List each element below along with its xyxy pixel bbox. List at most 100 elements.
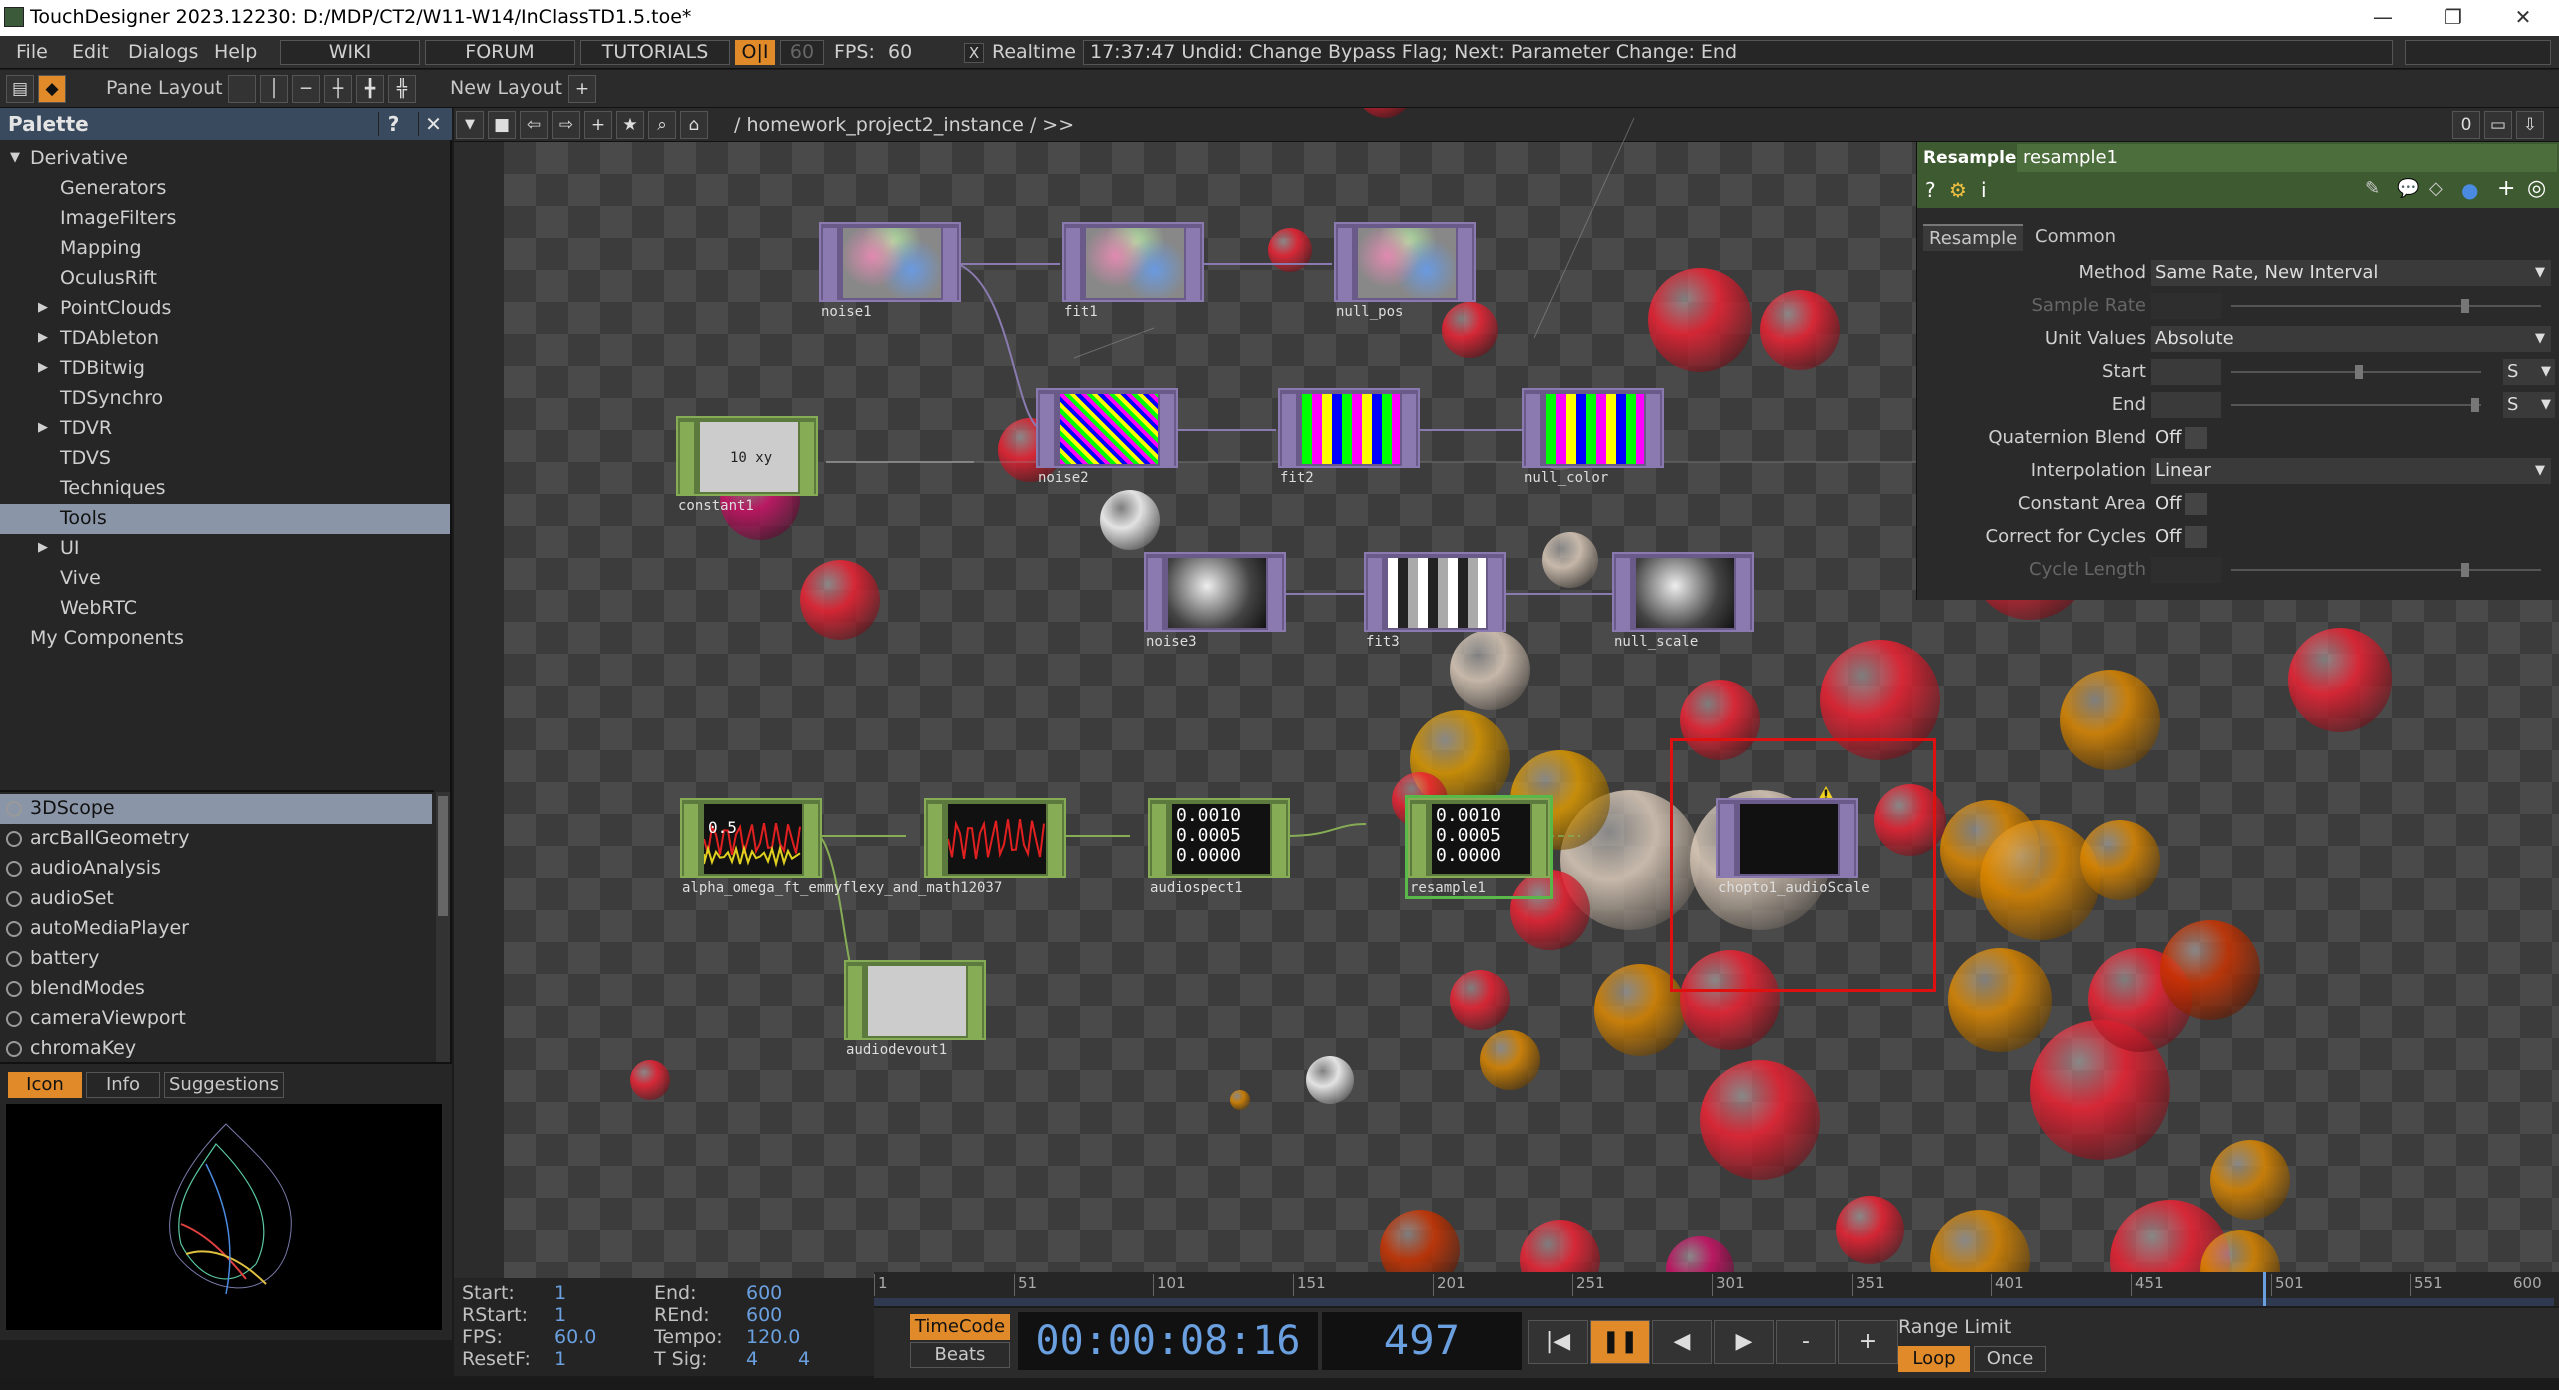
- node-body[interactable]: [1334, 222, 1476, 302]
- once-button[interactable]: Once: [1974, 1346, 2046, 1372]
- component-item[interactable]: autoMediaPlayer: [0, 914, 432, 944]
- node-null_color[interactable]: null_color: [1522, 388, 1664, 486]
- palette-close-button[interactable]: ✕: [418, 112, 448, 136]
- tab-info[interactable]: Info: [86, 1072, 160, 1098]
- tree-item[interactable]: ImageFilters: [0, 204, 450, 234]
- node-outlet[interactable]: [1048, 804, 1062, 876]
- node-body[interactable]: [1062, 222, 1204, 302]
- param-unit-menu[interactable]: S ▼: [2503, 359, 2555, 385]
- wiki-button[interactable]: WIKI: [280, 40, 420, 65]
- node-body[interactable]: [1612, 552, 1754, 632]
- node-outlet[interactable]: [1458, 228, 1472, 300]
- menu-help[interactable]: Help: [214, 41, 257, 63]
- pause-button[interactable]: ❚❚: [1590, 1320, 1650, 1364]
- slider-handle[interactable]: [2471, 398, 2479, 412]
- new-layout-add-button[interactable]: +: [568, 75, 596, 103]
- param-value[interactable]: Absolute ▼: [2151, 326, 2551, 352]
- tempo-value[interactable]: 120.0: [746, 1326, 800, 1348]
- node-inlet[interactable]: [680, 422, 694, 494]
- python-icon[interactable]: ⚙: [1949, 178, 1967, 202]
- bypass-icon[interactable]: ◇: [2429, 178, 2443, 199]
- minimize-button[interactable]: —: [2348, 2, 2418, 34]
- component-item[interactable]: audioSet: [0, 884, 432, 914]
- param-op-name-field[interactable]: resample1: [2017, 144, 2557, 172]
- node-body[interactable]: 10 xy: [676, 416, 818, 496]
- param-value[interactable]: 10: [2151, 392, 2495, 418]
- layout-icon[interactable]: ▤: [6, 75, 34, 103]
- node-inlet[interactable]: [1616, 558, 1630, 630]
- tree-item[interactable]: WebRTC: [0, 594, 450, 624]
- step-back-button[interactable]: ◀: [1652, 1320, 1712, 1364]
- toggle-box[interactable]: [2185, 493, 2207, 515]
- timeline-ruler[interactable]: 1 51 101 151 201 251 301 351 401 451 501 551 600: [874, 1272, 2559, 1306]
- param-value[interactable]: Same Rate, New Interval ▼: [2151, 260, 2551, 286]
- loop-button[interactable]: Loop: [1898, 1346, 1970, 1372]
- node-outlet[interactable]: [968, 966, 982, 1038]
- dropdown-chevron-icon[interactable]: ▼: [2541, 392, 2551, 418]
- comment-icon[interactable]: 💬: [2397, 178, 2419, 199]
- component-item[interactable]: arcBallGeometry: [0, 824, 432, 854]
- param-row-sample-rate[interactable]: Sample Rate60: [1917, 291, 2559, 321]
- step-forward-button[interactable]: ▶: [1714, 1320, 1774, 1364]
- menu-file[interactable]: File: [16, 41, 48, 63]
- param-row-interpolation[interactable]: Interpolation Linear ▼: [1917, 456, 2559, 486]
- param-unit-menu[interactable]: S ▼: [2503, 392, 2555, 418]
- node-outlet[interactable]: [804, 804, 818, 876]
- param-row-unit-values[interactable]: Unit Values Absolute ▼: [1917, 324, 2559, 354]
- layout-split-h-button[interactable]: ─: [292, 75, 320, 103]
- node-body[interactable]: [1278, 388, 1420, 468]
- param-row-method[interactable]: Method Same Rate, New Interval ▼: [1917, 258, 2559, 288]
- dropdown-chevron-icon[interactable]: ▼: [2541, 359, 2551, 385]
- node-body[interactable]: [844, 960, 986, 1040]
- layout-split-v-button[interactable]: │: [260, 75, 288, 103]
- target-icon[interactable]: ◎: [2527, 176, 2546, 201]
- node-body[interactable]: [924, 798, 1066, 878]
- slider-track[interactable]: [2231, 305, 2541, 307]
- node-fit3[interactable]: fit3: [1364, 552, 1506, 650]
- tree-item[interactable]: Tools: [0, 504, 450, 534]
- menu-edit[interactable]: Edit: [72, 41, 109, 63]
- node-body[interactable]: 0.0010 0.0005 0.0000: [1148, 798, 1290, 878]
- node-outlet[interactable]: [800, 422, 814, 494]
- python-logo-icon[interactable]: ●: [2461, 178, 2478, 202]
- node-outlet[interactable]: [1532, 804, 1546, 876]
- param-row-quaternion-blend[interactable]: Quaternion Blend Off: [1917, 423, 2559, 453]
- timeline-playhead[interactable]: [2263, 1272, 2266, 1306]
- param-value[interactable]: 60: [2151, 293, 2551, 319]
- tree-item[interactable]: ▶ TDAbleton: [0, 324, 450, 354]
- tree-item[interactable]: ▼ Derivative: [0, 144, 450, 174]
- node-audiospect1[interactable]: 0.0010 0.0005 0.0000 audiospect1: [1148, 798, 1290, 896]
- node-null_pos[interactable]: null_pos: [1334, 222, 1476, 320]
- tree-item[interactable]: ▶ TDBitwig: [0, 354, 450, 384]
- info-icon[interactable]: i: [1981, 178, 1987, 202]
- tree-item[interactable]: OculusRift: [0, 264, 450, 294]
- tree-item[interactable]: ▶ TDVR: [0, 414, 450, 444]
- tree-item[interactable]: TDVS: [0, 444, 450, 474]
- param-row-correct-for-cycles[interactable]: Correct for Cycles Off: [1917, 522, 2559, 552]
- node-null_scale[interactable]: null_scale: [1612, 552, 1754, 650]
- tsig-b[interactable]: 4: [798, 1348, 810, 1370]
- layout-triple-button[interactable]: ┼: [324, 75, 352, 103]
- menu-dialogs[interactable]: Dialogs: [128, 41, 198, 63]
- resetf-value[interactable]: 1: [554, 1348, 566, 1370]
- component-item[interactable]: blendModes: [0, 974, 432, 1004]
- node-inlet[interactable]: [1148, 558, 1162, 630]
- tree-item[interactable]: Techniques: [0, 474, 450, 504]
- tab-icon[interactable]: Icon: [8, 1072, 82, 1098]
- param-value[interactable]: 0: [2151, 359, 2495, 385]
- rend-value[interactable]: 600: [746, 1304, 782, 1326]
- tree-item[interactable]: My Components: [0, 624, 450, 654]
- node-outlet[interactable]: [1736, 558, 1750, 630]
- tsig-a[interactable]: 4: [746, 1348, 758, 1370]
- node-inlet[interactable]: [1040, 394, 1054, 466]
- realtime-checkbox[interactable]: X: [964, 43, 984, 63]
- node-inlet[interactable]: [848, 966, 862, 1038]
- param-value[interactable]: Linear ▼: [2151, 458, 2551, 484]
- node-body[interactable]: [819, 222, 961, 302]
- param-row-start[interactable]: Start0 S▼: [1917, 357, 2559, 387]
- node-inlet[interactable]: [1412, 804, 1426, 876]
- node-body[interactable]: [1036, 388, 1178, 468]
- node-inlet[interactable]: [1282, 394, 1296, 466]
- node-outlet[interactable]: [1646, 394, 1660, 466]
- tutorials-button[interactable]: TUTORIALS: [580, 40, 730, 65]
